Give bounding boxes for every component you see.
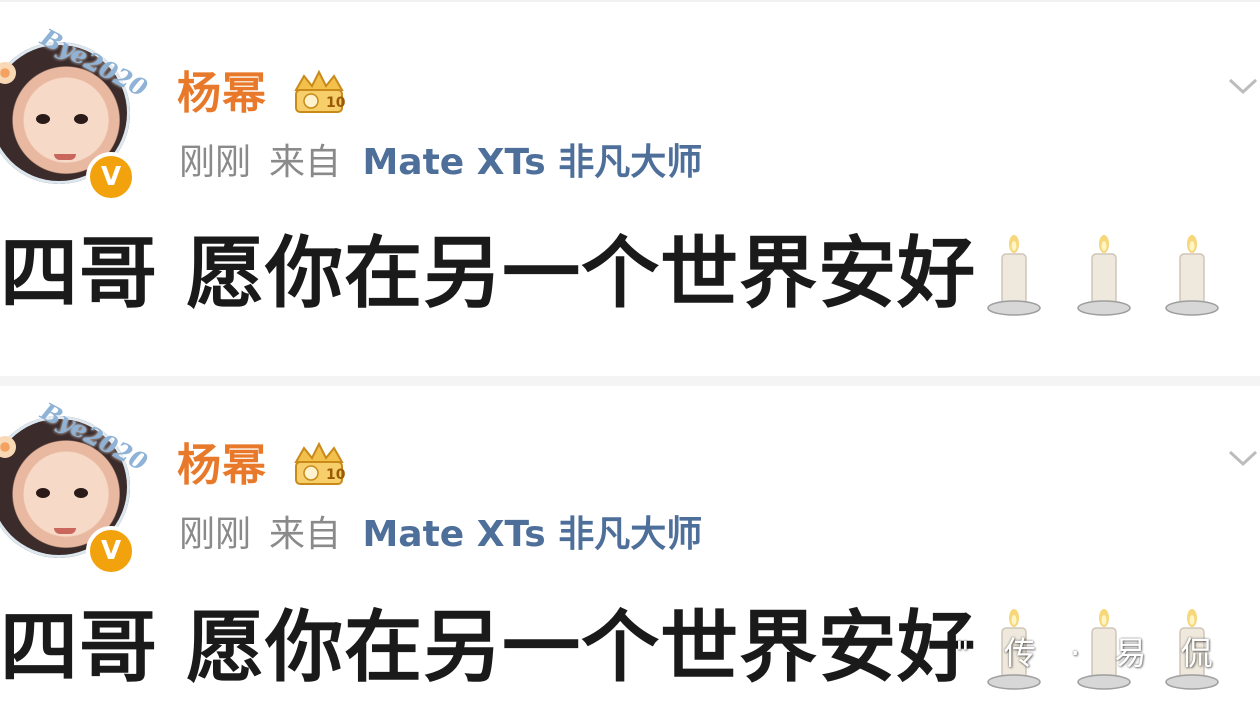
verified-badge-icon: V <box>86 152 136 202</box>
svg-text:10: 10 <box>326 467 346 483</box>
post-content: 四哥 愿你在另一个世界安好 <box>0 229 977 319</box>
post-meta: 刚刚 来自 Mate XTs 非凡大师 <box>179 510 702 560</box>
source-prefix: 来自 <box>269 142 342 183</box>
candle-icon <box>1077 235 1131 316</box>
chevron-down-icon[interactable] <box>1226 444 1260 472</box>
device-name[interactable]: Mate XTs 非凡大师 <box>362 142 702 183</box>
verified-badge-icon: V <box>86 526 136 576</box>
crown-badge-icon[interactable]: 10 <box>290 68 348 118</box>
timestamp: 刚刚 <box>179 142 252 183</box>
source-prefix: 来自 <box>269 514 342 555</box>
device-name[interactable]: Mate XTs 非凡大师 <box>362 514 702 555</box>
timestamp: 刚刚 <box>179 514 252 555</box>
watermark: " 传 · 易 侃 <box>955 634 1225 672</box>
candle-icon <box>987 235 1041 316</box>
weibo-post-1: Bye2020 V 杨幂 10 刚刚 来自 Mate XTs 非凡大师 四哥 愿你… <box>0 0 1260 342</box>
candle-icon <box>1165 235 1219 316</box>
svg-text:10: 10 <box>326 95 346 111</box>
crown-badge-icon[interactable]: 10 <box>290 440 348 490</box>
username[interactable]: 杨幂 <box>177 64 267 124</box>
post-meta: 刚刚 来自 Mate XTs 非凡大师 <box>179 138 702 188</box>
chevron-down-icon[interactable] <box>1226 72 1260 100</box>
post-content: 四哥 愿你在另一个世界安好 <box>0 603 977 693</box>
avatar[interactable]: Bye2020 V <box>0 22 152 202</box>
username[interactable]: 杨幂 <box>177 436 267 496</box>
avatar[interactable]: Bye2020 V <box>0 396 152 576</box>
emoji-group <box>984 234 1234 318</box>
